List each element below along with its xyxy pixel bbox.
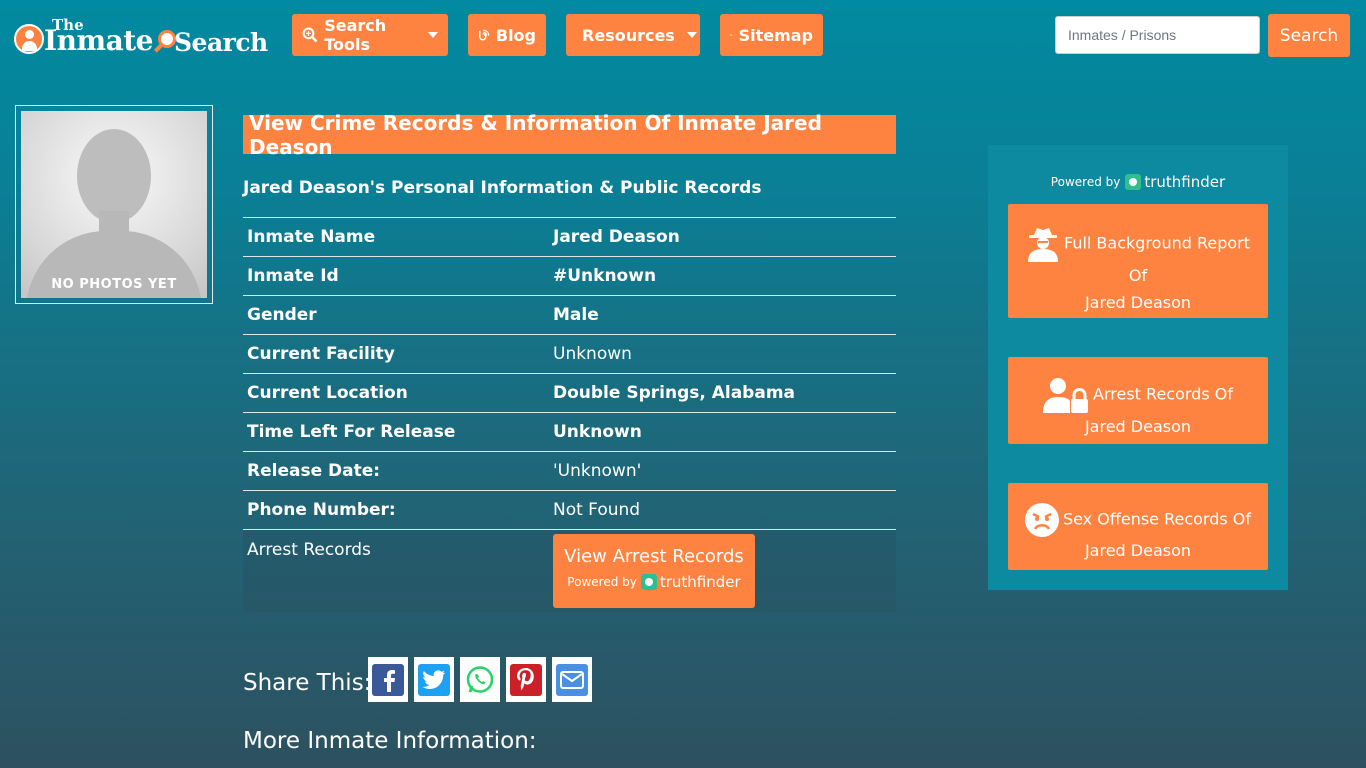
row-key: Gender — [247, 305, 317, 325]
more-inmate-info-heading: More Inmate Information: — [243, 728, 537, 754]
rss-icon — [730, 33, 733, 37]
email-icon — [556, 663, 588, 696]
truthfinder-sidebar: Powered by truthfinder Full Background R… — [988, 145, 1288, 590]
no-photo-label: NO PHOTOS YET — [51, 277, 177, 292]
truthfinder-text: truthfinder — [659, 573, 741, 591]
row-value: #Unknown — [553, 266, 657, 286]
row-key: Time Left For Release — [247, 422, 456, 442]
inmate-photo-placeholder: NO PHOTOS YET — [21, 111, 207, 298]
sex-offense-line-2: Jared Deason — [1084, 541, 1192, 560]
search-input[interactable] — [1055, 16, 1260, 54]
facebook-icon — [372, 663, 404, 696]
share-facebook-button[interactable] — [368, 657, 408, 702]
nav-search-tools-label: Search Tools — [324, 16, 387, 54]
spy-icon — [1027, 228, 1058, 262]
navbar: The Inmate Search Search Tools Blog Reso… — [0, 0, 1366, 72]
sex-offense-line-1: Sex Offense Records Of — [1062, 509, 1252, 529]
arrest-records-button[interactable]: Arrest Records Of Jared Deason — [1008, 357, 1268, 444]
table-row: Phone Number: Not Found — [243, 490, 896, 529]
search-tool-icon — [302, 27, 318, 43]
whatsapp-icon — [464, 663, 496, 696]
arrest-line-1: Arrest Records Of — [1093, 384, 1233, 404]
nav-blog-button[interactable]: Blog — [468, 14, 546, 56]
user-lock-icon — [1043, 378, 1089, 413]
truthfinder-logo: truthfinder — [1125, 173, 1225, 191]
powered-by-truthfinder: Powered by truthfinder — [553, 573, 755, 591]
truthfinder-icon — [640, 574, 657, 590]
nav-sitemap-label: Sitemap — [738, 25, 813, 45]
view-arrest-records-button[interactable]: View Arrest Records Powered by truthfind… — [553, 534, 755, 608]
row-value: Double Springs, Alabama — [553, 383, 796, 403]
person-icon — [14, 24, 44, 54]
powered-by-text: Powered by — [1050, 175, 1121, 189]
nav-blog-label: Blog — [495, 25, 536, 45]
sidebar-powered-by: Powered by truthfinder — [988, 173, 1288, 191]
inmate-info-table: Inmate Name Jared Deason Inmate Id #Unkn… — [243, 217, 896, 612]
table-row: Gender Male — [243, 295, 896, 334]
share-label: Share This: — [243, 670, 372, 696]
table-row-arrest: Arrest Records View Arrest Records Power… — [243, 529, 896, 612]
truthfinder-icon — [1125, 174, 1142, 190]
nav-resources-label: Resources — [582, 25, 675, 45]
row-key: Inmate Name — [247, 227, 376, 247]
table-row: Current Location Double Springs, Alabama — [243, 373, 896, 412]
table-row: Current Facility Unknown — [243, 334, 896, 373]
row-value: Unknown — [553, 422, 642, 442]
chevron-down-icon — [428, 32, 438, 38]
inmate-photo-frame: NO PHOTOS YET — [15, 105, 213, 304]
truthfinder-logo: truthfinder — [640, 573, 741, 591]
table-row: Time Left For Release Unknown — [243, 412, 896, 451]
page-title: View Crime Records & Information Of Inma… — [243, 111, 896, 159]
truthfinder-text: truthfinder — [1144, 173, 1226, 191]
nav-resources-button[interactable]: Resources — [566, 14, 700, 56]
table-row: Inmate Id #Unknown — [243, 256, 896, 295]
row-key: Current Location — [247, 383, 408, 403]
share-pinterest-button[interactable] — [506, 657, 546, 702]
angry-face-icon — [1024, 503, 1059, 537]
site-logo[interactable]: The Inmate Search — [14, 16, 270, 60]
logo-search: Search — [174, 28, 268, 57]
row-key: Arrest Records — [247, 540, 371, 560]
twitter-icon — [418, 663, 450, 696]
arrest-line-2: Jared Deason — [1084, 417, 1192, 436]
section-subtitle: Jared Deason's Personal Information & Pu… — [243, 178, 762, 198]
row-value: 'Unknown' — [553, 461, 642, 481]
logo-inmate: Inmate — [44, 24, 153, 57]
search-button[interactable]: Search — [1268, 14, 1350, 57]
pinterest-icon — [510, 663, 542, 696]
row-value: Jared Deason — [553, 227, 680, 247]
share-twitter-button[interactable] — [414, 657, 454, 702]
nav-search-tools-button[interactable]: Search Tools — [292, 14, 448, 56]
full-background-report-button[interactable]: Full Background Report Of Jared Deason — [1008, 204, 1268, 318]
bg-report-line-1: Full Background Report — [1063, 233, 1251, 253]
share-whatsapp-button[interactable] — [460, 657, 500, 702]
row-value: Unknown — [553, 344, 632, 364]
powered-by-text: Powered by — [567, 575, 637, 589]
bg-report-line-2: Of — [1128, 266, 1148, 285]
blog-icon — [479, 29, 490, 41]
chevron-down-icon — [686, 32, 697, 38]
row-key: Current Facility — [247, 344, 395, 364]
share-email-button[interactable] — [552, 657, 592, 702]
table-row: Release Date: 'Unknown' — [243, 451, 896, 490]
row-value: Not Found — [553, 500, 641, 520]
row-value: Male — [553, 305, 599, 325]
row-key: Inmate Id — [247, 266, 339, 286]
row-key: Release Date: — [247, 461, 381, 481]
nav-sitemap-button[interactable]: Sitemap — [720, 14, 823, 56]
table-row: Inmate Name Jared Deason — [243, 217, 896, 256]
sex-offense-records-button[interactable]: Sex Offense Records Of Jared Deason — [1008, 483, 1268, 570]
row-key: Phone Number: — [247, 500, 396, 520]
view-arrest-label: View Arrest Records — [564, 546, 744, 567]
silhouette-head — [77, 129, 151, 223]
bg-report-line-3: Jared Deason — [1084, 293, 1192, 312]
